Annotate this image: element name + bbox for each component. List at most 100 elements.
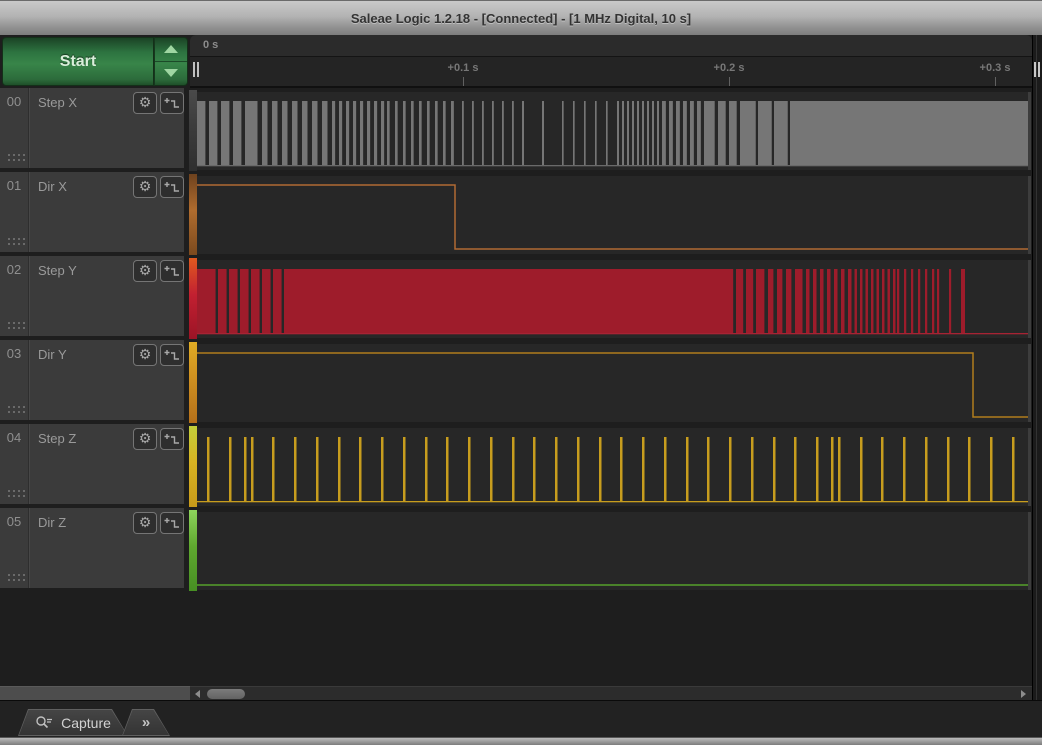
tick-label: +0.1 s [447, 62, 479, 74]
drag-handle-icon[interactable] [8, 490, 10, 492]
channel-row-02: 02 Step Y ⚙ [0, 256, 1032, 340]
timeline-origin-label: 0 s [203, 39, 219, 51]
bottom-tab-bar: Capture » [0, 700, 1042, 737]
plus-trigger-icon [164, 434, 179, 444]
drag-handle-icon[interactable] [8, 154, 10, 156]
waveform [197, 352, 1028, 418]
tab-capture[interactable]: Capture [18, 709, 128, 736]
channel-color-strip [189, 342, 197, 423]
divider [28, 340, 29, 420]
add-trigger-button[interactable] [160, 512, 184, 534]
channel-settings-button[interactable]: ⚙ [133, 176, 157, 198]
channel-panel[interactable]: 02 Step Y ⚙ [0, 256, 184, 336]
zoom-options-icon [35, 715, 54, 730]
plus-trigger-icon [164, 182, 179, 192]
channel-scroll-arrows [154, 37, 188, 86]
scroll-left-arrow-icon[interactable] [195, 690, 200, 698]
panel-footer [0, 686, 190, 700]
tick-mark [729, 77, 730, 86]
channel-name-label: Step X [38, 95, 78, 110]
add-trigger-button[interactable] [160, 176, 184, 198]
add-trigger-button[interactable] [160, 428, 184, 450]
tick-mark [463, 77, 464, 86]
channel-row-00: 00 Step X ⚙ [0, 88, 1032, 172]
app-window: Saleae Logic 1.2.18 - [Connected] - [1 M… [0, 0, 1042, 745]
channel-number: 00 [6, 94, 22, 109]
waveform [197, 269, 1028, 335]
scroll-down-button[interactable] [155, 62, 187, 86]
timeline-ruler[interactable]: +0.1 s +0.2 s +0.3 s [190, 57, 1032, 88]
title-bar: Saleae Logic 1.2.18 - [Connected] - [1 M… [0, 0, 1042, 35]
drag-handle-icon[interactable] [8, 574, 10, 576]
tab-capture-label: Capture [61, 714, 111, 731]
drag-handle-icon[interactable] [8, 322, 10, 324]
plus-trigger-icon [164, 98, 179, 108]
tick-mark [995, 77, 996, 86]
waveform [197, 584, 1028, 586]
channel-number: 05 [6, 514, 22, 529]
waveform-area[interactable] [197, 512, 1031, 590]
drag-handle-icon[interactable] [8, 406, 10, 408]
channel-number: 04 [6, 430, 22, 445]
drag-handle-icon[interactable] [8, 238, 10, 240]
triangle-up-icon [164, 45, 178, 54]
channel-color-strip [189, 258, 197, 339]
triangle-down-icon [164, 69, 178, 78]
window-title: Saleae Logic 1.2.18 - [Connected] - [1 M… [350, 10, 692, 26]
plus-trigger-icon [164, 518, 179, 528]
vertical-scroll-strip[interactable] [1032, 35, 1042, 700]
waveform-area[interactable] [197, 428, 1031, 506]
tick-label: +0.2 s [713, 62, 745, 74]
timeline-right-grip[interactable] [1034, 62, 1041, 77]
tab-more-chevrons[interactable]: » [122, 709, 170, 736]
channel-settings-button[interactable]: ⚙ [133, 512, 157, 534]
channel-color-strip [189, 174, 197, 255]
channel-color-strip [189, 510, 197, 591]
start-button[interactable]: Start [2, 37, 154, 86]
channel-panel[interactable]: 05 Dir Z ⚙ [0, 508, 184, 588]
channel-panel[interactable]: 03 Dir Y ⚙ [0, 340, 184, 420]
gear-icon: ⚙ [138, 347, 152, 363]
channel-panel[interactable]: 01 Dir X ⚙ [0, 172, 184, 252]
plus-trigger-icon [164, 266, 179, 276]
timeline-origin-bar[interactable]: 0 s [190, 35, 1032, 57]
waveform-area[interactable] [197, 260, 1031, 338]
waveform-area[interactable] [197, 92, 1031, 170]
channel-settings-button[interactable]: ⚙ [133, 344, 157, 366]
gear-icon: ⚙ [138, 431, 152, 447]
scroll-up-button[interactable] [155, 38, 187, 62]
channel-number: 02 [6, 262, 22, 277]
tick-label: +0.3 s [979, 62, 1011, 74]
scrollbar-thumb[interactable] [207, 689, 245, 699]
gear-icon: ⚙ [138, 179, 152, 195]
channel-name-label: Dir Y [38, 347, 67, 362]
channel-name-label: Step Y [38, 263, 77, 278]
divider [1036, 35, 1037, 700]
channel-name-label: Step Z [38, 431, 77, 446]
gear-icon: ⚙ [138, 263, 152, 279]
divider [28, 508, 29, 588]
add-trigger-button[interactable] [160, 344, 184, 366]
scroll-right-arrow-icon[interactable] [1021, 690, 1026, 698]
channel-panel[interactable]: 00 Step X ⚙ [0, 88, 184, 168]
channel-color-strip [189, 426, 197, 507]
gear-icon: ⚙ [138, 515, 152, 531]
channel-settings-button[interactable]: ⚙ [133, 428, 157, 450]
channel-settings-button[interactable]: ⚙ [133, 260, 157, 282]
channel-row-05: 05 Dir Z ⚙ [0, 508, 1032, 592]
waveform-area[interactable] [197, 176, 1031, 254]
divider [28, 256, 29, 336]
channel-panel[interactable]: 04 Step Z ⚙ [0, 424, 184, 504]
chevrons-icon: » [141, 714, 151, 731]
channel-settings-button[interactable]: ⚙ [133, 92, 157, 114]
window-bottom-edge [0, 737, 1042, 745]
waveform [197, 101, 1028, 167]
plus-trigger-icon [164, 350, 179, 360]
channel-number: 03 [6, 346, 22, 361]
timeline-left-grip[interactable] [193, 62, 200, 77]
add-trigger-button[interactable] [160, 260, 184, 282]
add-trigger-button[interactable] [160, 92, 184, 114]
waveform-area[interactable] [197, 344, 1031, 422]
channel-row-03: 03 Dir Y ⚙ [0, 340, 1032, 424]
horizontal-scrollbar[interactable] [190, 686, 1032, 700]
